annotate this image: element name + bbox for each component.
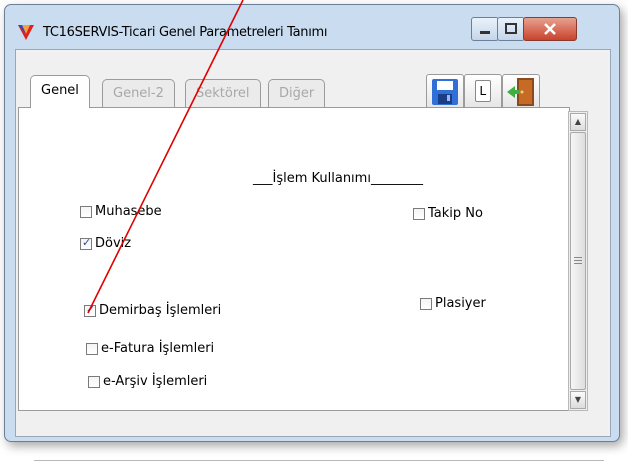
tab-content-panel — [18, 107, 570, 411]
checkbox-box[interactable] — [86, 342, 98, 355]
checkbox-label: Muhasebe — [95, 204, 162, 219]
checkbox-e-arsiv-islemleri[interactable]: e-Arşiv İşlemleri — [88, 374, 207, 389]
checkbox-label: Demirbaş İşlemleri — [99, 303, 222, 318]
maximize-icon — [505, 23, 517, 34]
tab-diger-label: Diğer — [279, 86, 315, 101]
minimize-button[interactable] — [471, 17, 499, 41]
tab-sektorel-label: Sektörel — [196, 86, 250, 101]
panel-bottom-edge — [34, 460, 604, 467]
checkbox-e-fatura-islemleri[interactable]: e-Fatura İşlemleri — [86, 341, 214, 356]
scroll-up-arrow-icon[interactable]: ▲ — [570, 113, 586, 131]
checkbox-box[interactable] — [88, 375, 100, 388]
vertical-scrollbar[interactable]: ▲ ▼ — [568, 111, 588, 411]
checkbox-takip-no[interactable]: Takip No — [413, 206, 483, 221]
checkbox-doviz[interactable]: Döviz — [80, 236, 131, 251]
close-button[interactable] — [523, 17, 577, 41]
window-title: TC16SERVIS-Ticari Genel Parametreleri Ta… — [43, 25, 328, 40]
tab-genel-2-label: Genel-2 — [113, 86, 164, 101]
tab-strip: Genel Genel-2 Sektörel Diğer — [18, 75, 348, 108]
checkbox-plasiyer[interactable]: Plasiyer — [420, 296, 486, 311]
l-button-label: L — [475, 80, 491, 102]
tab-genel-2[interactable]: Genel-2 — [102, 79, 175, 108]
save-button[interactable] — [426, 74, 464, 110]
tab-genel[interactable]: Genel — [30, 75, 90, 108]
door-exit-icon — [507, 78, 534, 106]
floppy-save-icon — [432, 79, 458, 105]
minimize-icon — [480, 31, 490, 34]
checkbox-box[interactable] — [420, 297, 432, 310]
checkbox-box[interactable] — [80, 205, 92, 218]
l-button[interactable]: L — [464, 74, 502, 110]
checkbox-muhasebe[interactable]: Muhasebe — [80, 204, 162, 219]
checkbox-label: e-Fatura İşlemleri — [101, 341, 215, 356]
tab-diger[interactable]: Diğer — [268, 79, 326, 108]
tab-sektorel[interactable]: Sektörel — [185, 79, 261, 108]
scroll-thumb[interactable] — [570, 132, 586, 390]
title-bar[interactable]: TC16SERVIS-Ticari Genel Parametreleri Ta… — [11, 9, 611, 49]
checkbox-label: Döviz — [95, 236, 132, 251]
scroll-down-arrow-icon[interactable]: ▼ — [570, 391, 586, 409]
checkbox-box[interactable] — [413, 207, 425, 220]
app-logo-icon — [18, 25, 34, 40]
tab-genel-label: Genel — [41, 83, 79, 98]
close-icon — [544, 23, 556, 35]
maximize-button[interactable] — [497, 17, 525, 41]
checkbox-label: e-Arşiv İşlemleri — [103, 374, 208, 389]
checkbox-box[interactable] — [84, 303, 96, 317]
window-controls — [471, 17, 611, 41]
checkbox-label: Plasiyer — [435, 296, 486, 311]
checkbox-box[interactable] — [80, 236, 92, 250]
checkbox-label: Takip No — [428, 206, 483, 221]
checkbox-demirbas-islemleri[interactable]: Demirbaş İşlemleri — [84, 303, 221, 318]
exit-button[interactable] — [502, 74, 540, 110]
section-title-islem-kullanimi: ___İşlem Kullanımı________ — [253, 171, 423, 186]
